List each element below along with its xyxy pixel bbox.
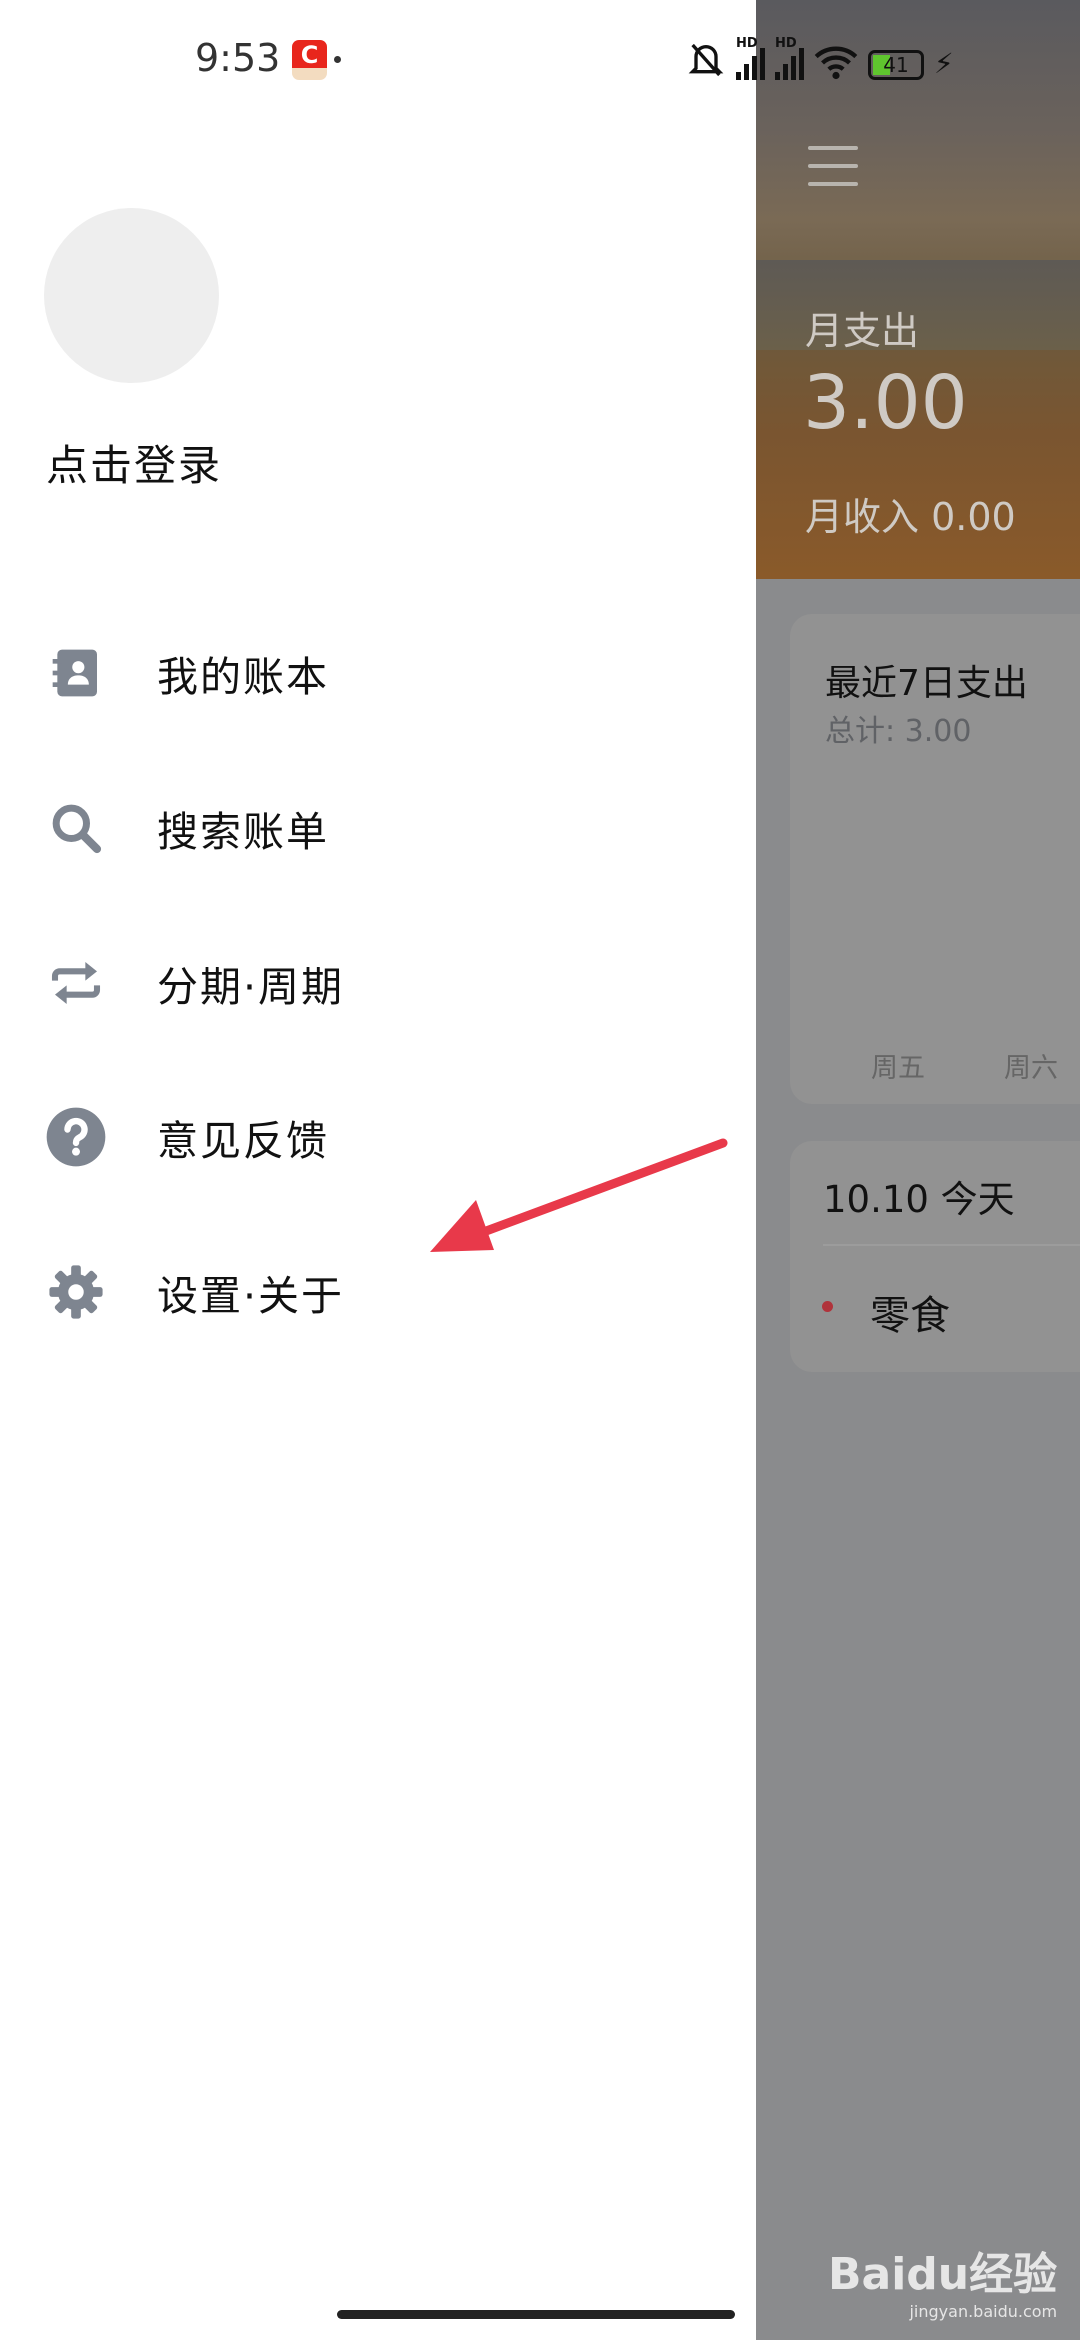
annotation-arrow [430, 1138, 728, 1252]
home-indicator[interactable] [337, 2310, 735, 2319]
